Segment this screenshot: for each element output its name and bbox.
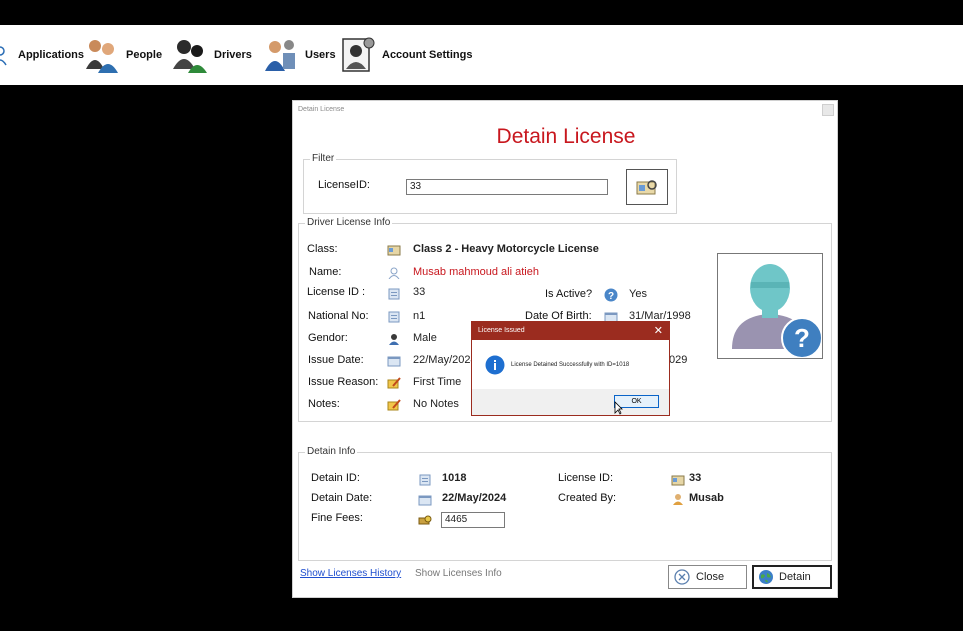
menu-users[interactable]: Users bbox=[263, 25, 336, 85]
name-label: Name: bbox=[309, 266, 342, 278]
dialog-close-icon[interactable] bbox=[822, 104, 834, 116]
is-active-label: Is Active? bbox=[545, 288, 593, 300]
find-license-button[interactable] bbox=[626, 169, 668, 205]
close-button[interactable]: Close bbox=[668, 565, 747, 589]
filter-license-id-label: LicenseID: bbox=[318, 179, 370, 191]
detain-id-label: Detain ID: bbox=[311, 472, 360, 484]
message-box-close-icon[interactable]: ✕ bbox=[654, 324, 663, 337]
detain-date-label: Detain Date: bbox=[311, 492, 373, 504]
issue-date-label: Issue Date: bbox=[308, 354, 364, 366]
svg-text:?: ? bbox=[794, 323, 810, 353]
fine-fees-input[interactable]: 4465 bbox=[441, 512, 505, 528]
created-by-label: Created By: bbox=[558, 492, 617, 504]
is-active-value: Yes bbox=[629, 288, 647, 300]
message-box-text: License Detained Successfully with ID=10… bbox=[511, 362, 630, 368]
notes-pencil-icon bbox=[387, 399, 401, 411]
person-icon bbox=[388, 267, 400, 279]
close-circle-icon bbox=[674, 569, 690, 585]
info-icon bbox=[485, 355, 505, 375]
license-issued-message-box: License Issued ✕ License Detained Succes… bbox=[471, 321, 670, 416]
license-card-icon bbox=[671, 475, 685, 486]
money-icon bbox=[418, 515, 432, 525]
menu-people[interactable]: People bbox=[84, 25, 162, 85]
issue-reason-label: Issue Reason: bbox=[308, 376, 379, 388]
gender-value: Male bbox=[413, 332, 437, 344]
application-icon bbox=[0, 46, 7, 66]
menu-account-settings[interactable]: Account Settings bbox=[340, 25, 472, 85]
detain-id-value: 1018 bbox=[442, 472, 467, 484]
class-value: Class 2 - Heavy Motorcycle License bbox=[413, 243, 599, 255]
name-value: Musab mahmoud ali atieh bbox=[413, 266, 539, 278]
svg-text:?: ? bbox=[608, 291, 614, 302]
person-placeholder-icon: ? bbox=[732, 264, 823, 359]
detain-date-calendar-icon bbox=[418, 495, 432, 506]
driver-photo: ? bbox=[717, 253, 823, 359]
id-card-icon bbox=[388, 288, 400, 300]
license-id-value: 33 bbox=[413, 286, 426, 298]
menu-account-settings-label: Account Settings bbox=[382, 49, 473, 61]
detain-id-icon bbox=[419, 474, 431, 486]
gender-label: Gendor: bbox=[308, 332, 348, 344]
user-icon bbox=[673, 494, 683, 505]
dialog-title: Detain License bbox=[298, 106, 345, 113]
globe-icon bbox=[759, 570, 773, 584]
mouse-cursor-icon bbox=[614, 401, 623, 415]
fine-fees-label: Fine Fees: bbox=[311, 512, 363, 524]
note-pencil-icon bbox=[387, 377, 401, 389]
created-by-value: Musab bbox=[689, 492, 724, 504]
license-class-icon bbox=[387, 245, 401, 256]
people-icon bbox=[86, 40, 118, 73]
account-settings-icon bbox=[342, 37, 375, 72]
show-licenses-info-link[interactable]: Show Licenses Info bbox=[415, 568, 502, 579]
license-search-icon bbox=[636, 180, 657, 195]
detain-button[interactable]: Detain bbox=[752, 565, 832, 589]
expiration-date-value-partial: 029 bbox=[669, 354, 688, 366]
menu-applications-label: Applications bbox=[18, 49, 85, 61]
notes-value: No Notes bbox=[413, 398, 459, 410]
menu-drivers-label: Drivers bbox=[214, 49, 252, 61]
menu-applications[interactable]: Applications bbox=[0, 25, 84, 85]
drivers-icon bbox=[173, 40, 207, 73]
license-id-label: License ID : bbox=[307, 286, 366, 298]
national-no-value: n1 bbox=[413, 310, 426, 322]
national-no-label: National No: bbox=[308, 310, 369, 322]
national-id-icon bbox=[388, 311, 400, 323]
close-button-label: Close bbox=[696, 571, 725, 583]
message-box-title: License Issued bbox=[478, 327, 525, 334]
question-icon: ? bbox=[604, 288, 618, 302]
message-box-footer: OK bbox=[472, 389, 669, 415]
filter-group: Filter LicenseID: 33 bbox=[303, 153, 677, 214]
detain-license-id-value: 33 bbox=[689, 472, 702, 484]
menu-people-label: People bbox=[126, 49, 163, 61]
menu-drivers[interactable]: Drivers bbox=[172, 25, 252, 85]
detain-button-label: Detain bbox=[779, 571, 811, 583]
main-menu-bar: Applications People Drivers Users Accoun… bbox=[0, 25, 963, 85]
message-box-titlebar: License Issued ✕ bbox=[472, 322, 669, 340]
menu-users-label: Users bbox=[305, 49, 336, 61]
license-info-group-title: Driver License Info bbox=[305, 217, 393, 228]
issue-date-value: 22/May/2024 bbox=[413, 354, 477, 366]
detain-info-group-title: Detain Info bbox=[305, 446, 358, 457]
license-id-search-input[interactable]: 33 bbox=[406, 179, 608, 195]
page-title: Detain License bbox=[496, 125, 636, 148]
show-licenses-history-link[interactable]: Show Licenses History bbox=[300, 568, 401, 579]
detain-date-value: 22/May/2024 bbox=[442, 492, 507, 504]
detain-license-id-label: License ID: bbox=[558, 472, 614, 484]
filter-group-title: Filter bbox=[310, 153, 337, 164]
detain-info-group: Detain Info Detain ID: 1018 License ID: … bbox=[298, 446, 832, 561]
issue-date-calendar-icon bbox=[387, 356, 401, 367]
issue-reason-value: First Time bbox=[413, 376, 462, 388]
notes-label: Notes: bbox=[308, 398, 340, 410]
users-icon bbox=[265, 40, 295, 71]
male-icon bbox=[389, 334, 399, 345]
class-label: Class: bbox=[307, 243, 338, 255]
